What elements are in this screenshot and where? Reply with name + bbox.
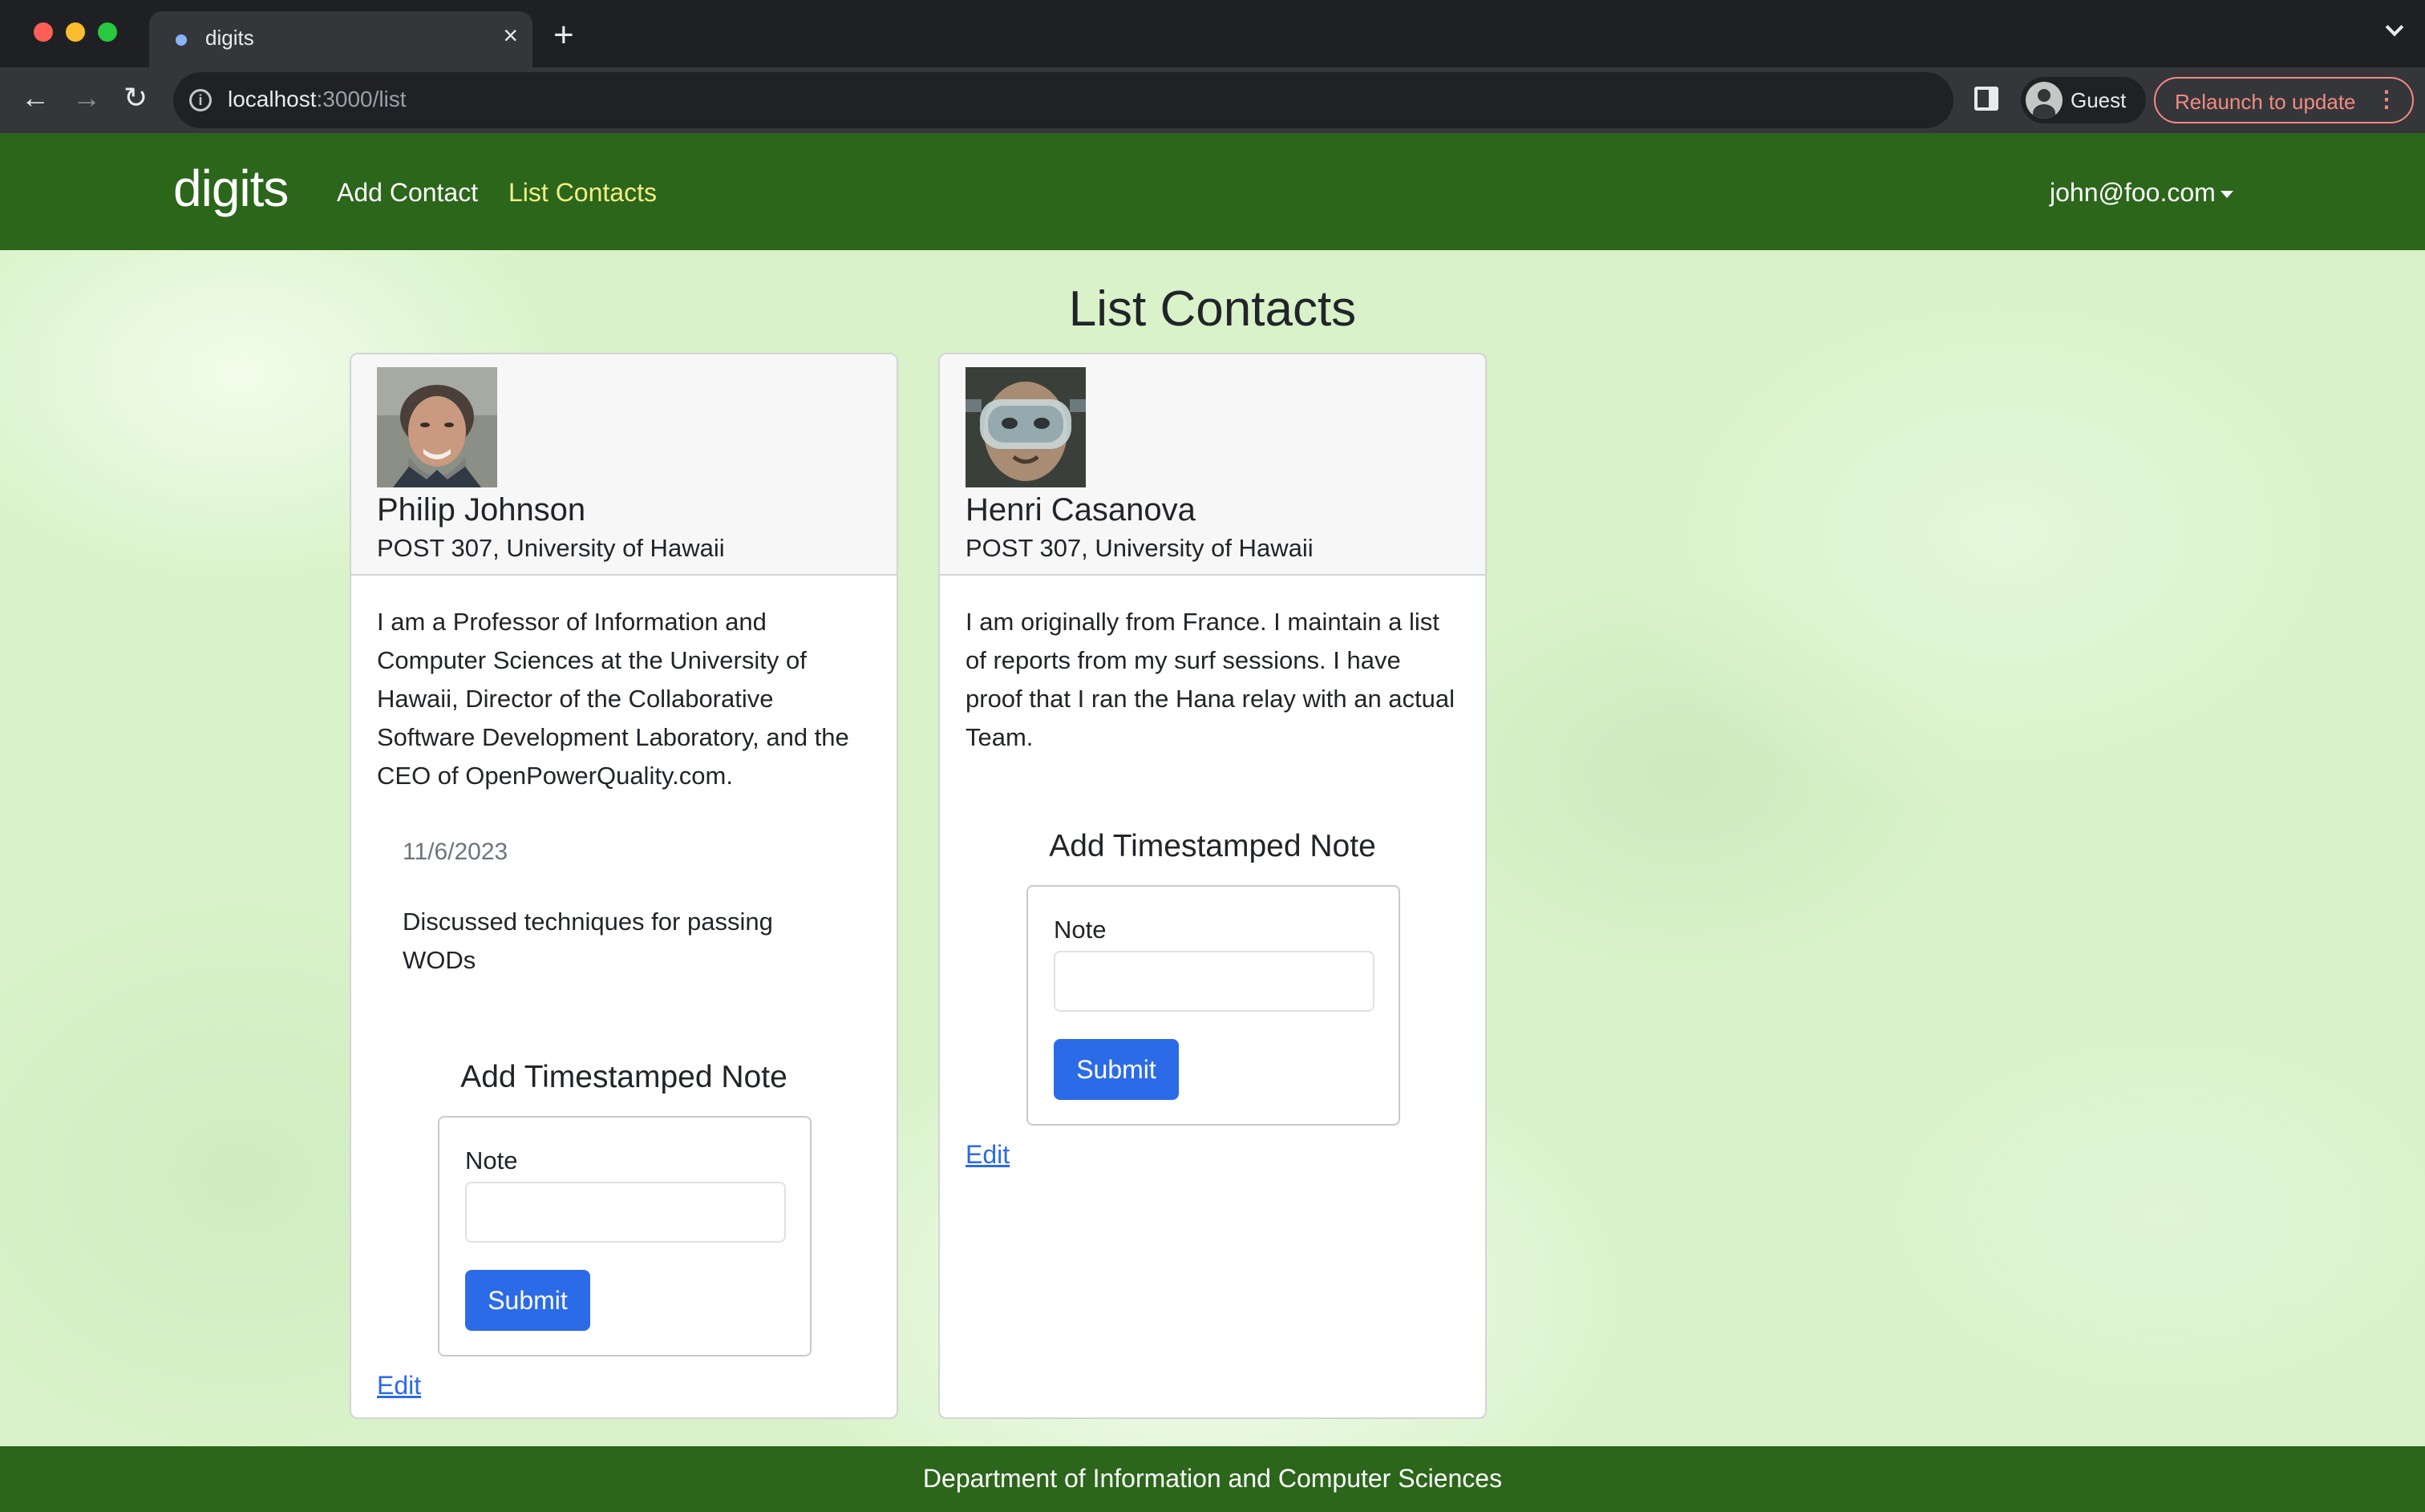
contact-address: POST 307, University of Hawaii bbox=[966, 534, 1314, 562]
contact-name: Philip Johnson bbox=[377, 492, 586, 528]
site-footer: Department of Information and Computer S… bbox=[0, 1446, 2425, 1512]
tab-search-chevron-icon[interactable] bbox=[2385, 18, 2404, 37]
url-path: :3000/list bbox=[316, 87, 407, 111]
site-navbar: digits Add Contact List Contacts john@fo… bbox=[0, 133, 2425, 250]
favicon-icon bbox=[172, 30, 191, 50]
edit-link[interactable]: Edit bbox=[966, 1140, 1010, 1170]
minimize-window-button[interactable] bbox=[66, 22, 85, 42]
contact-photo bbox=[377, 367, 497, 487]
contact-card-header: Philip Johnson POST 307, University of H… bbox=[351, 354, 897, 576]
note-input[interactable] bbox=[1054, 951, 1374, 1012]
url-text: localhost:3000/list bbox=[228, 87, 407, 112]
guest-avatar-icon bbox=[2026, 82, 2063, 119]
add-note-form: Note Submit bbox=[1026, 885, 1400, 1126]
contact-card: Henri Casanova POST 307, University of H… bbox=[938, 353, 1487, 1419]
caret-down-icon bbox=[2220, 191, 2233, 199]
kebab-menu-icon[interactable]: ⋮ bbox=[2375, 88, 2398, 111]
reload-icon[interactable]: ↻ bbox=[123, 83, 148, 112]
contact-description: I am a Professor of Information and Comp… bbox=[377, 608, 849, 790]
browser-toolbar: ← → ↻ i localhost:3000/list Guest Relaun… bbox=[0, 67, 2425, 133]
add-note-heading: Add Timestamped Note bbox=[1049, 829, 1376, 863]
note-label: Note bbox=[1054, 916, 1107, 944]
contact-photo bbox=[966, 367, 1086, 487]
close-window-button[interactable] bbox=[34, 22, 53, 42]
contact-description: I am originally from France. I maintain … bbox=[966, 608, 1455, 751]
relaunch-button[interactable]: Relaunch to update ⋮ bbox=[2154, 77, 2414, 123]
nav-list-contacts[interactable]: List Contacts bbox=[508, 178, 657, 208]
profile-button[interactable]: Guest bbox=[2021, 77, 2146, 123]
footer-text: Department of Information and Computer S… bbox=[922, 1464, 1503, 1493]
contact-card-header: Henri Casanova POST 307, University of H… bbox=[940, 354, 1485, 576]
nav-add-contact[interactable]: Add Contact bbox=[337, 178, 478, 208]
user-email: john@foo.com bbox=[2050, 178, 2216, 207]
page-content: digits Add Contact List Contacts john@fo… bbox=[0, 133, 2425, 1512]
url-host: localhost bbox=[228, 87, 317, 111]
page-title: List Contacts bbox=[1068, 281, 1357, 337]
browser-tabstrip: digits × + bbox=[0, 0, 2425, 67]
relaunch-label: Relaunch to update bbox=[2175, 90, 2356, 114]
profile-label: Guest bbox=[2071, 88, 2127, 112]
forward-arrow-icon[interactable]: → bbox=[72, 83, 101, 112]
site-info-icon[interactable]: i bbox=[189, 89, 212, 111]
note-label: Note bbox=[465, 1146, 518, 1174]
maximize-window-button[interactable] bbox=[98, 22, 117, 42]
back-arrow-icon[interactable]: ← bbox=[21, 83, 50, 112]
contact-name: Henri Casanova bbox=[966, 492, 1196, 528]
note-input[interactable] bbox=[465, 1182, 786, 1243]
user-dropdown[interactable]: john@foo.com bbox=[2050, 178, 2233, 208]
side-panel-icon[interactable] bbox=[1974, 87, 1998, 111]
tab-close-icon[interactable]: × bbox=[503, 22, 518, 48]
new-tab-icon[interactable]: + bbox=[553, 18, 574, 53]
contact-card: Philip Johnson POST 307, University of H… bbox=[350, 353, 898, 1419]
submit-button[interactable]: Submit bbox=[1054, 1039, 1179, 1100]
tab-title: digits bbox=[205, 26, 254, 50]
brand-link[interactable]: digits bbox=[173, 159, 289, 218]
note-date: 11/6/2023 bbox=[403, 839, 508, 865]
add-note-form: Note Submit bbox=[438, 1116, 812, 1356]
note-text: Discussed techniques for passing WODs bbox=[403, 908, 773, 974]
browser-tab[interactable]: digits × bbox=[149, 11, 532, 67]
edit-link[interactable]: Edit bbox=[377, 1371, 421, 1401]
add-note-heading: Add Timestamped Note bbox=[460, 1060, 787, 1094]
submit-button[interactable]: Submit bbox=[465, 1270, 590, 1331]
address-bar[interactable]: i localhost:3000/list bbox=[173, 72, 1953, 128]
contact-address: POST 307, University of Hawaii bbox=[377, 534, 725, 562]
